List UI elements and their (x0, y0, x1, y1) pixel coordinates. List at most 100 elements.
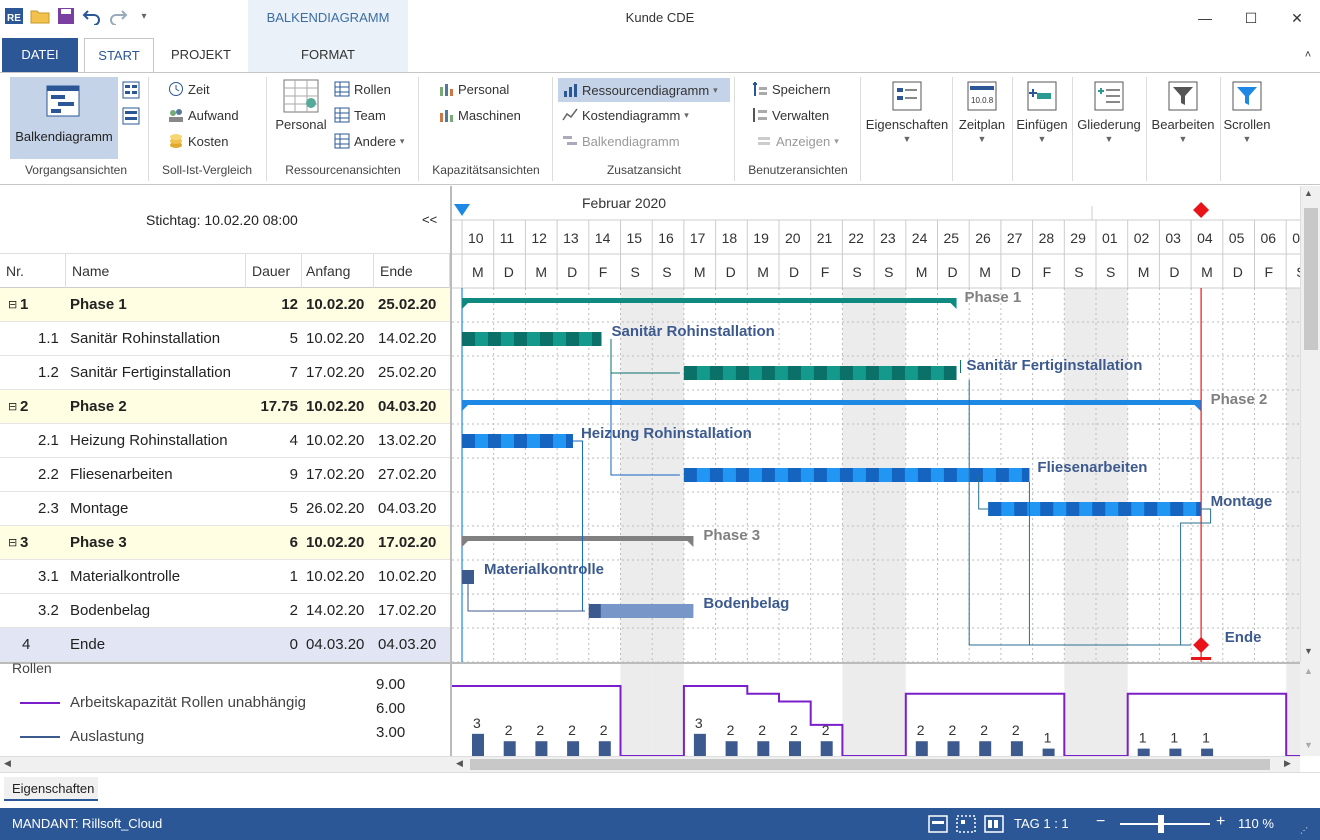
resource-chart: 3 2 2 2 2 3 2 2 2 2 2 2 2 2 1 1 1 1 (450, 662, 1300, 756)
res-weekend-shade (1064, 664, 1096, 756)
hscroll-right-icon[interactable]: ▶ (1284, 758, 1291, 769)
header-name[interactable]: Name (66, 254, 246, 288)
kap-personal-button[interactable]: Personal (438, 81, 509, 97)
gantt-vertical-scrollbar[interactable]: ▲ ▼ (1300, 186, 1320, 662)
table-row[interactable]: ⊟ 3 Phase 3 6 10.02.20 17.02.20 (0, 526, 450, 560)
view-grid-icon[interactable] (956, 814, 976, 834)
balkendiagramm-button[interactable]: Balkendiagramm (10, 77, 118, 159)
kosten-button[interactable]: Kosten (168, 133, 228, 149)
cell-ende: 17.02.20 (378, 534, 437, 551)
res-scroll-up-icon[interactable]: ▲ (1304, 666, 1313, 676)
weekday-label: S (852, 264, 861, 280)
auslastung-bar-label: 2 (536, 722, 544, 738)
header-anfang[interactable]: Anfang (302, 254, 374, 288)
cell-name: Ende (70, 636, 106, 653)
table-row[interactable]: 1.2 Sanitär Fertiginstallation 7 17.02.20 25… (0, 356, 450, 390)
bar-segment (683, 366, 697, 380)
scroll-thumb[interactable] (1304, 208, 1318, 350)
table-header: Nr. Name Dauer Anfang Ende (0, 254, 450, 288)
ende-milestone-base (1191, 657, 1212, 660)
tab-datei[interactable]: DATEI (2, 38, 78, 72)
aufwand-button[interactable]: Aufwand (168, 107, 239, 123)
collapse-table-button[interactable]: << (422, 212, 437, 227)
auslastung-bar (472, 733, 484, 756)
resource-vertical-scrollbar[interactable]: ▲ ▼ (1300, 662, 1320, 756)
bodenbelag-bar-start (588, 604, 601, 618)
zoom-slider-thumb[interactable] (1158, 815, 1164, 833)
cell-anfang: 10.02.20 (306, 432, 365, 449)
view-normal-icon[interactable] (928, 814, 948, 834)
table-row[interactable]: 3.2 Bodenbelag 2 14.02.20 17.02.20 (0, 594, 450, 628)
zeitplan-button[interactable]: 10.0.8 Zeitplan ▼ (954, 81, 1010, 144)
minimize-icon[interactable]: — (1182, 0, 1228, 36)
group-label-sollist: Soll-Ist-Vergleich (161, 163, 253, 177)
header-ende[interactable]: Ende (374, 254, 450, 288)
bar-segment (540, 434, 553, 448)
stichtag-text: Stichtag: 10.02.20 08:00 (146, 212, 298, 228)
ressourcendiagramm-button[interactable]: Ressourcendiagramm ▾ (558, 78, 730, 102)
zoom-slider-track[interactable] (1120, 823, 1210, 825)
maschinen-button[interactable]: Maschinen (438, 107, 521, 123)
scroll-up-icon[interactable]: ▲ (1304, 188, 1313, 198)
hscroll-left-icon[interactable]: ◀ (4, 758, 11, 769)
anzeigen-button[interactable]: Anzeigen ▾ (756, 133, 839, 149)
team-button[interactable]: Team (334, 107, 386, 123)
res-scroll-down-icon[interactable]: ▼ (1304, 740, 1313, 750)
horizontal-scrollbar[interactable]: ◀ ◀ ▶ (0, 756, 1300, 772)
verwalten-button[interactable]: Verwalten (752, 107, 829, 123)
ribbon-tabs: DATEI START PROJEKT FORMAT ˄ (0, 38, 1320, 73)
collapse-toggle-icon[interactable]: ⊟ (8, 390, 17, 424)
bar-segment (709, 468, 723, 482)
scroll-filter-icon (1232, 81, 1262, 111)
zusatz-balkendiagramm-button[interactable]: Balkendiagramm (562, 133, 680, 149)
collapse-ribbon-icon[interactable]: ˄ (1296, 38, 1320, 72)
collapse-toggle-icon[interactable]: ⊟ (8, 288, 17, 322)
gliederung-button[interactable]: Gliederung ▼ (1074, 81, 1144, 144)
day-label: 13 (563, 230, 579, 246)
scroll-down-icon[interactable]: ▼ (1304, 646, 1313, 656)
resize-grip-icon[interactable]: ⋰ (1300, 826, 1308, 835)
day-label: 26 (975, 230, 991, 246)
rollen-button[interactable]: Rollen (334, 81, 391, 97)
table-row[interactable]: ⊟ 2 Phase 2 17.75 10.02.20 04.03.20 (0, 390, 450, 424)
table-row[interactable]: 2.2 Fliesenarbeiten 9 17.02.20 27.02.20 (0, 458, 450, 492)
scrollen-button[interactable]: Scrollen ▼ (1222, 81, 1272, 144)
personal-button[interactable]: Personal (272, 79, 330, 132)
table-row[interactable]: 2.3 Montage 5 26.02.20 04.03.20 (0, 492, 450, 526)
day-label: 11 (500, 230, 515, 246)
zoom-in-icon[interactable]: + (1216, 813, 1225, 831)
header-nr[interactable]: Nr. (0, 254, 66, 288)
view-variant-icon-1[interactable] (122, 81, 140, 99)
sanitaer-fertig-label: Sanitär Fertiginstallation (967, 357, 1143, 374)
speichern-button[interactable]: Speichern (752, 81, 831, 97)
zeit-button[interactable]: Zeit (168, 81, 210, 97)
collapse-toggle-icon[interactable]: ⊟ (8, 526, 17, 560)
gantt-chart[interactable]: Februar 2020 10 M 11 D 12 M 13 D 14 F 15 S 16 S 17 M 18 D 1… (450, 186, 1300, 662)
eigenschaften-button[interactable]: Eigenschaften ▼ (864, 81, 950, 144)
andere-button[interactable]: Andere ▾ (334, 133, 404, 149)
link-material-boden (467, 584, 585, 612)
header-dauer[interactable]: Dauer (246, 254, 302, 288)
table-row[interactable]: 2.1 Heizung Rohinstallation 4 10.02.20 13.02… (0, 424, 450, 458)
tab-start[interactable]: START (84, 38, 154, 73)
kostendiagramm-button[interactable]: Kostendiagramm ▾ (562, 107, 689, 123)
bearbeiten-button[interactable]: Bearbeiten ▼ (1148, 81, 1218, 144)
view-print-icon[interactable] (984, 814, 1004, 834)
einfuegen-button[interactable]: Einfügen ▼ (1014, 81, 1070, 144)
tab-projekt[interactable]: PROJEKT (162, 38, 240, 72)
properties-tab[interactable]: Eigenschaften (4, 777, 98, 801)
table-row[interactable]: 1.1 Sanitär Rohinstallation 5 10.02.20 14.02… (0, 322, 450, 356)
zoom-out-icon[interactable]: − (1096, 813, 1105, 831)
bar-segment (787, 366, 801, 380)
day-label: 05 (1229, 230, 1245, 246)
hscroll-left2-icon[interactable]: ◀ (456, 758, 463, 769)
day-label: 03 (1165, 230, 1181, 246)
table-row[interactable]: ⊟ 1 Phase 1 12 10.02.20 25.02.20 (0, 288, 450, 322)
view-variant-icon-2[interactable] (122, 107, 140, 125)
table-row[interactable]: 3.1 Materialkontrolle 1 10.02.20 10.02.20 (0, 560, 450, 594)
table-row[interactable]: 4 Ende 0 04.03.20 04.03.20 (0, 628, 450, 662)
hscroll-thumb[interactable] (470, 759, 1270, 770)
maximize-icon[interactable]: ☐ (1228, 0, 1274, 36)
close-icon[interactable]: ✕ (1274, 0, 1320, 36)
tab-format[interactable]: FORMAT (248, 38, 408, 72)
